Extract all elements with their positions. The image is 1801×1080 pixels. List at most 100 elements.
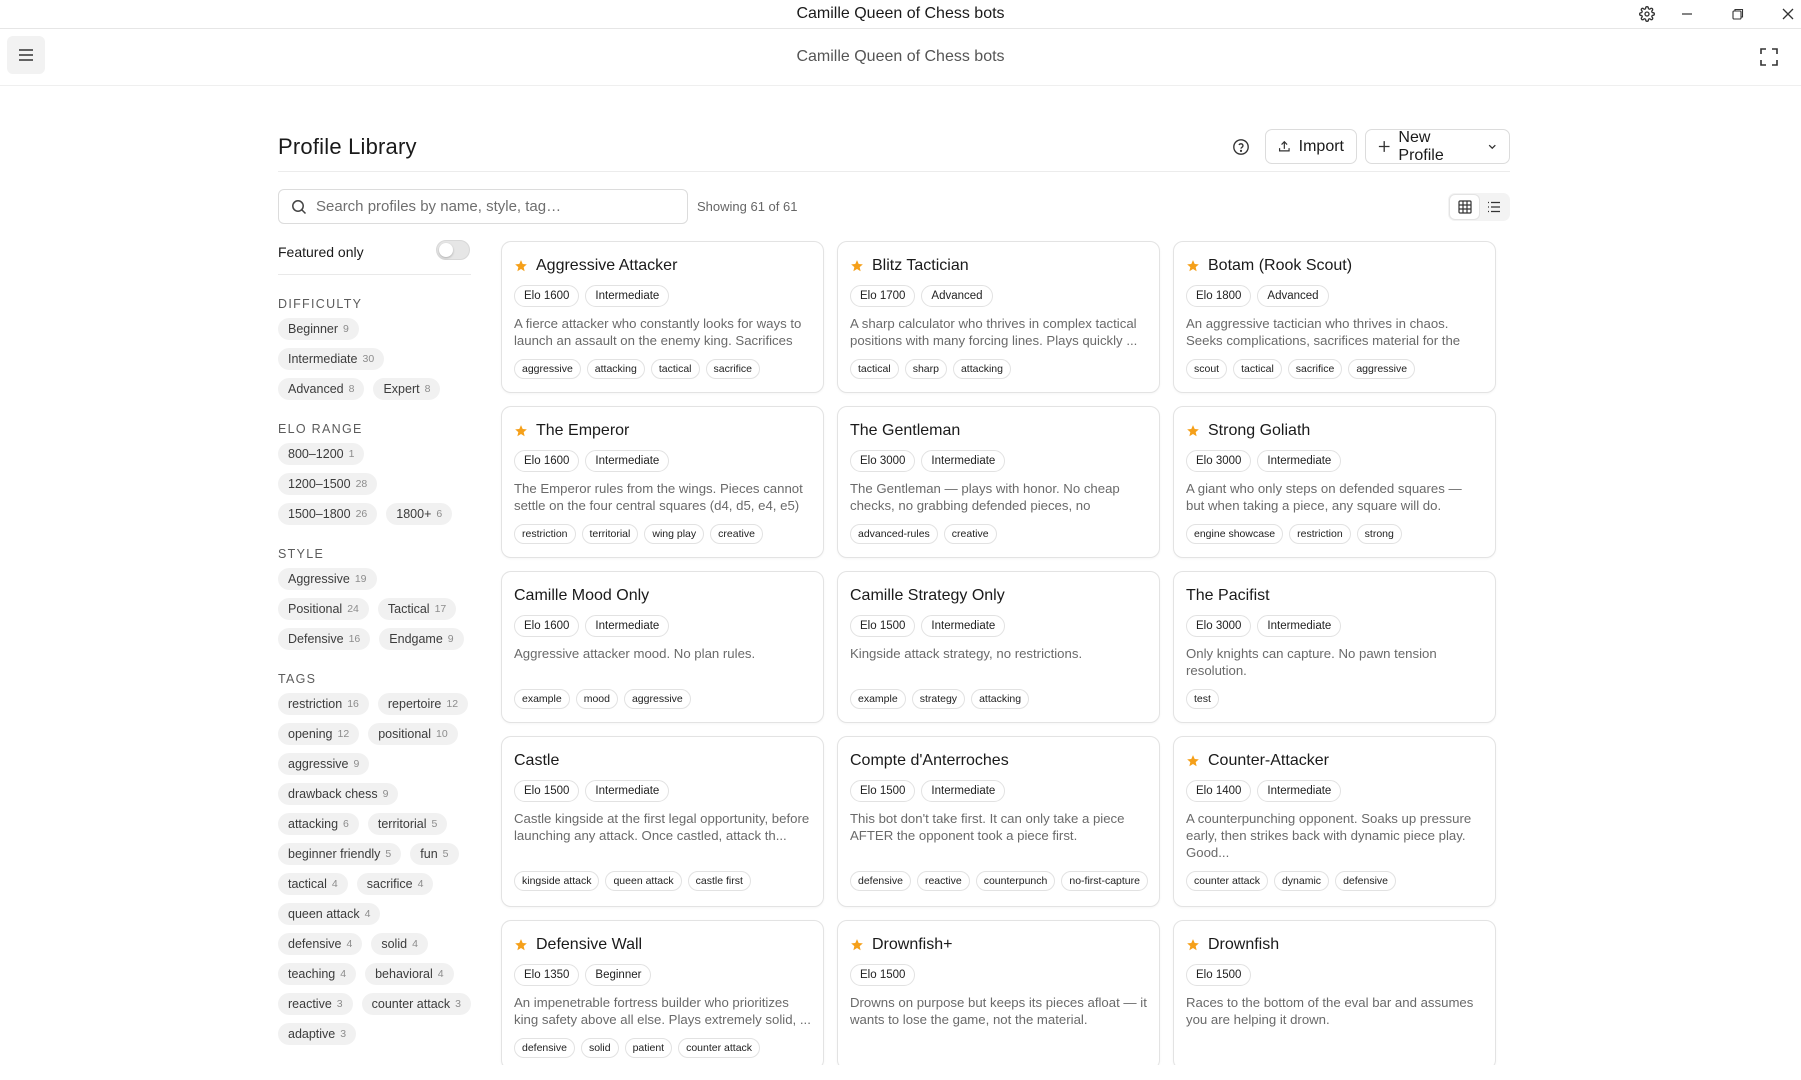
profile-tag[interactable]: strong xyxy=(1356,524,1402,544)
profile-tag[interactable]: test xyxy=(1186,689,1219,709)
filter-chip[interactable]: Advanced 8 xyxy=(278,378,365,400)
filter-chip[interactable]: positional 10 xyxy=(368,723,458,745)
filter-chip[interactable]: attacking 6 xyxy=(278,813,359,835)
profile-tag[interactable]: no-first-capture xyxy=(1061,871,1148,891)
filter-chip[interactable]: 800–1200 1 xyxy=(278,443,365,465)
profile-tag[interactable]: sacrifice xyxy=(705,359,761,379)
new-profile-button[interactable]: New Profile xyxy=(1365,129,1510,164)
filter-chip[interactable]: sacrifice 4 xyxy=(356,873,434,895)
filter-chip[interactable]: counter attack 3 xyxy=(361,993,471,1015)
profile-card[interactable]: The Gentleman Elo 3000 Intermediate The Gen… xyxy=(837,406,1160,558)
search-box[interactable] xyxy=(278,189,688,224)
profile-card[interactable]: Strong Goliath Elo 3000 Intermediate A gian… xyxy=(1173,406,1496,558)
profile-card[interactable]: Aggressive Attacker Elo 1600 Intermediate A… xyxy=(501,241,824,393)
filter-chip[interactable]: reactive 3 xyxy=(278,993,353,1015)
filter-chip[interactable]: Endgame 9 xyxy=(379,628,464,650)
filter-chip[interactable]: 1500–1800 26 xyxy=(278,503,378,525)
profile-tag[interactable]: aggressive xyxy=(1348,359,1416,379)
search-input[interactable] xyxy=(316,198,676,215)
filter-chip[interactable]: adaptive 3 xyxy=(278,1023,357,1045)
profile-card[interactable]: Castle Elo 1500 Intermediate Castle kingsid… xyxy=(501,736,824,907)
profile-tag[interactable]: defensive xyxy=(1335,871,1397,891)
profile-tag[interactable]: territorial xyxy=(581,524,639,544)
filter-chip[interactable]: drawback chess 9 xyxy=(278,783,399,805)
filter-chip[interactable]: aggressive 9 xyxy=(278,753,370,775)
profile-tag[interactable]: counter attack xyxy=(678,1038,761,1058)
filter-chip[interactable]: Beginner 9 xyxy=(278,318,359,340)
profile-tag[interactable]: restriction xyxy=(514,524,576,544)
minimize-icon[interactable] xyxy=(1674,2,1700,26)
profile-tag[interactable]: example xyxy=(514,689,570,709)
profile-card[interactable]: Compte d'Anterroches Elo 1500 Intermediate… xyxy=(837,736,1160,907)
profile-tag[interactable]: defensive xyxy=(514,1038,575,1058)
profile-tag[interactable]: creative xyxy=(710,524,763,544)
profile-tag[interactable]: restriction xyxy=(1289,524,1351,544)
profile-tag[interactable]: aggressive xyxy=(514,359,581,379)
settings-icon[interactable] xyxy=(1634,2,1660,26)
profile-tag[interactable]: aggressive xyxy=(623,689,691,709)
featured-only-toggle[interactable] xyxy=(436,240,470,260)
profile-card[interactable]: Botam (Rook Scout) Elo 1800 Advanced An agg… xyxy=(1173,241,1496,393)
filter-chip[interactable]: teaching 4 xyxy=(278,963,357,985)
profile-card[interactable]: The Pacifist Elo 3000 Intermediate Only kni… xyxy=(1173,571,1496,723)
filter-chip[interactable]: Tactical 17 xyxy=(377,598,457,620)
profile-card[interactable]: The Emperor Elo 1600 Intermediate The Emper… xyxy=(501,406,824,558)
filter-chip[interactable]: behavioral 4 xyxy=(365,963,454,985)
profile-tag[interactable]: defensive xyxy=(850,871,911,891)
filter-chip[interactable]: fun 5 xyxy=(410,843,459,865)
profile-tag[interactable]: tactical xyxy=(650,359,700,379)
profile-tag[interactable]: solid xyxy=(580,1038,619,1058)
profile-tag[interactable]: mood xyxy=(575,689,618,709)
filter-chip[interactable]: repertoire 12 xyxy=(377,693,469,715)
profile-tag[interactable]: castle first xyxy=(687,871,751,891)
filter-chip[interactable]: solid 4 xyxy=(371,933,428,955)
profile-tag[interactable]: tactical xyxy=(850,359,899,379)
filter-chip[interactable]: Intermediate 30 xyxy=(278,348,385,370)
filter-chip[interactable]: Defensive 16 xyxy=(278,628,371,650)
profile-tag[interactable]: patient xyxy=(624,1038,673,1058)
profile-tag[interactable]: advanced-rules xyxy=(850,524,938,544)
filter-chip[interactable]: queen attack 4 xyxy=(278,903,381,925)
profile-card[interactable]: Counter-Attacker Elo 1400 Intermediate A co… xyxy=(1173,736,1496,907)
profile-card[interactable]: Drownfish+ Elo 1500 Drowns on purpose but … xyxy=(837,920,1160,1070)
profile-card[interactable]: Camille Mood Only Elo 1600 Intermediate Agg… xyxy=(501,571,824,723)
profile-tag[interactable]: counter attack xyxy=(1186,871,1268,891)
list-view-button[interactable] xyxy=(1479,195,1508,219)
profile-tag[interactable]: creative xyxy=(943,524,997,544)
profile-tag[interactable]: queen attack xyxy=(605,871,682,891)
grid-view-button[interactable] xyxy=(1450,195,1479,219)
profile-tag[interactable]: attacking xyxy=(971,689,1030,709)
filter-chip[interactable]: 1800+ 6 xyxy=(386,503,453,525)
profile-card[interactable]: Blitz Tactician Elo 1700 Advanced A sharp c… xyxy=(837,241,1160,393)
filter-chip[interactable]: Positional 24 xyxy=(278,598,369,620)
filter-chip[interactable]: Expert 8 xyxy=(373,378,441,400)
filter-chip[interactable]: tactical 4 xyxy=(278,873,348,895)
close-icon[interactable] xyxy=(1775,2,1801,26)
fullscreen-icon[interactable] xyxy=(1759,47,1779,67)
profile-tag[interactable]: strategy xyxy=(911,689,966,709)
profile-card[interactable]: Camille Strategy Only Elo 1500 Intermediat… xyxy=(837,571,1160,723)
filter-chip[interactable]: Aggressive 19 xyxy=(278,568,377,590)
filter-chip[interactable]: restriction 16 xyxy=(278,693,369,715)
profile-tag[interactable]: wing play xyxy=(644,524,705,544)
profile-tag[interactable]: attacking xyxy=(952,359,1011,379)
filter-chip[interactable]: beginner friendly 5 xyxy=(278,843,402,865)
import-button[interactable]: Import xyxy=(1265,129,1357,164)
profile-tag[interactable]: scout xyxy=(1186,359,1228,379)
restore-icon[interactable] xyxy=(1725,2,1751,26)
help-icon[interactable] xyxy=(1232,138,1250,156)
filter-chip[interactable]: 1200–1500 28 xyxy=(278,473,378,495)
profile-tag[interactable]: sacrifice xyxy=(1287,359,1343,379)
profile-tag[interactable]: dynamic xyxy=(1273,871,1330,891)
profile-tag[interactable]: engine showcase xyxy=(1186,524,1284,544)
profile-tag[interactable]: counterpunch xyxy=(975,871,1056,891)
profile-tag[interactable]: example xyxy=(850,689,906,709)
profile-tag[interactable]: tactical xyxy=(1233,359,1282,379)
filter-chip[interactable]: territorial 5 xyxy=(367,813,448,835)
profile-card[interactable]: Defensive Wall Elo 1350 Beginner An impenet… xyxy=(501,920,824,1070)
filter-chip[interactable]: opening 12 xyxy=(278,723,360,745)
profile-tag[interactable]: kingside attack xyxy=(514,871,600,891)
filter-chip[interactable]: defensive 4 xyxy=(278,933,363,955)
profile-tag[interactable]: attacking xyxy=(586,359,645,379)
profile-tag[interactable]: reactive xyxy=(916,871,970,891)
